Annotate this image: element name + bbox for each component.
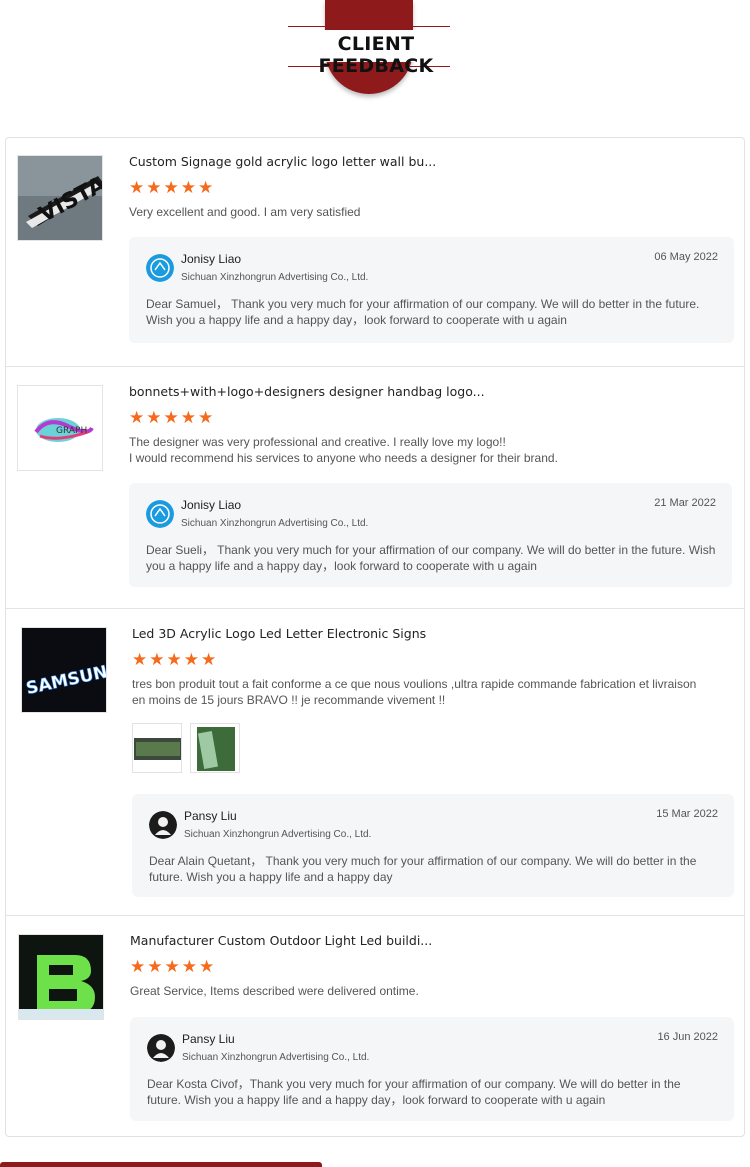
star-icon: ★ xyxy=(201,650,217,670)
star-icon: ★ xyxy=(166,650,182,670)
reply-company: Sichuan Xinzhongrun Advertising Co., Ltd… xyxy=(181,518,369,529)
review-comment: tres bon produit tout a fait conforme a … xyxy=(132,677,697,707)
reply-company: Sichuan Xinzhongrun Advertising Co., Ltd… xyxy=(182,1052,370,1063)
product-title-link[interactable]: bonnets+with+logo+designers designer han… xyxy=(129,384,485,399)
reply-text: Dear Samuel， Thank you very much for you… xyxy=(146,297,700,327)
reply-text: Dear Sueli， Thank you very much for your… xyxy=(146,543,716,573)
star-icon: ★ xyxy=(198,178,214,198)
review-item: Manufacturer Custom Outdoor Light Led bu… xyxy=(6,916,744,1136)
star-icon: ★ xyxy=(164,957,180,977)
rating-stars: ★ ★ ★ ★ ★ xyxy=(130,959,214,976)
company-logo-avatar xyxy=(146,500,174,528)
star-icon: ★ xyxy=(199,957,215,977)
review-comment: Very excellent and good. I am very satis… xyxy=(129,205,361,219)
review-item: GRAPH bonnets+with+logo+designers design… xyxy=(6,367,744,609)
reply-date: 15 Mar 2022 xyxy=(656,808,718,820)
star-icon: ★ xyxy=(147,957,163,977)
seller-reply: Jonisy Liao Sichuan Xinzhongrun Advertis… xyxy=(129,483,732,587)
product-title-link[interactable]: Manufacturer Custom Outdoor Light Led bu… xyxy=(130,933,432,948)
reply-author-name: Jonisy Liao xyxy=(181,498,242,512)
review-item: SAMSUNG Led 3D Acrylic Logo Led Letter E… xyxy=(6,609,744,916)
product-image: VISTA xyxy=(18,156,102,240)
star-icon: ★ xyxy=(132,650,148,670)
star-icon: ★ xyxy=(198,408,214,428)
product-thumbnail[interactable]: VISTA xyxy=(17,155,103,241)
product-image: SAMSUNG xyxy=(22,628,106,712)
review-comment: Great Service, Items described were deli… xyxy=(130,984,419,998)
seller-reply: Pansy Liu Sichuan Xinzhongrun Advertisin… xyxy=(130,1017,734,1121)
reply-text: Dear Kosta Civof，Thank you very much for… xyxy=(147,1077,681,1107)
next-section-header-bar xyxy=(0,1162,322,1167)
product-title-link[interactable]: Custom Signage gold acrylic logo letter … xyxy=(129,154,436,169)
reply-author-name: Pansy Liu xyxy=(184,809,237,823)
reply-date: 06 May 2022 xyxy=(654,251,718,263)
product-image: GRAPH xyxy=(18,386,102,470)
reply-text: Dear Alain Quetant， Thank you very much … xyxy=(149,854,697,884)
company-logo-avatar xyxy=(146,254,174,282)
star-icon: ★ xyxy=(146,408,162,428)
reply-date: 21 Mar 2022 xyxy=(654,497,716,509)
star-icon: ★ xyxy=(149,650,165,670)
star-icon: ★ xyxy=(146,178,162,198)
product-thumbnail[interactable]: GRAPH xyxy=(17,385,103,471)
reply-author-name: Pansy Liu xyxy=(182,1032,235,1046)
seller-reply: Pansy Liu Sichuan Xinzhongrun Advertisin… xyxy=(132,794,734,897)
rating-stars: ★ ★ ★ ★ ★ xyxy=(132,652,216,669)
reply-company: Sichuan Xinzhongrun Advertising Co., Ltd… xyxy=(181,272,369,283)
product-thumbnail[interactable]: SAMSUNG xyxy=(21,627,107,713)
reply-company: Sichuan Xinzhongrun Advertising Co., Ltd… xyxy=(184,829,372,840)
product-image xyxy=(19,935,103,1019)
product-thumbnail[interactable] xyxy=(18,934,104,1020)
review-photo[interactable] xyxy=(132,723,182,773)
review-comment: The designer was very professional and c… xyxy=(129,435,558,465)
user-avatar xyxy=(147,1034,175,1062)
header-divider-top xyxy=(288,26,450,27)
reply-date: 16 Jun 2022 xyxy=(657,1031,718,1043)
rating-stars: ★ ★ ★ ★ ★ xyxy=(129,180,213,197)
seller-reply: Jonisy Liao Sichuan Xinzhongrun Advertis… xyxy=(129,237,734,343)
star-icon: ★ xyxy=(180,408,196,428)
reply-author-name: Jonisy Liao xyxy=(181,252,242,266)
section-title: CLIENT FEEDBACK xyxy=(318,33,434,77)
user-avatar xyxy=(149,811,177,839)
star-icon: ★ xyxy=(129,178,145,198)
rating-stars: ★ ★ ★ ★ ★ xyxy=(129,410,213,427)
product-title-link[interactable]: Led 3D Acrylic Logo Led Letter Electroni… xyxy=(132,626,426,641)
star-icon: ★ xyxy=(163,408,179,428)
svg-text:GRAPH: GRAPH xyxy=(56,426,87,436)
review-photo[interactable] xyxy=(190,723,240,773)
feedback-list: VISTA Custom Signage gold acrylic logo l… xyxy=(5,137,745,1137)
section-header: CLIENT FEEDBACK xyxy=(0,0,750,110)
star-icon: ★ xyxy=(130,957,146,977)
review-item: VISTA Custom Signage gold acrylic logo l… xyxy=(6,138,744,367)
star-icon: ★ xyxy=(180,178,196,198)
star-icon: ★ xyxy=(183,650,199,670)
star-icon: ★ xyxy=(129,408,145,428)
star-icon: ★ xyxy=(163,178,179,198)
star-icon: ★ xyxy=(181,957,197,977)
